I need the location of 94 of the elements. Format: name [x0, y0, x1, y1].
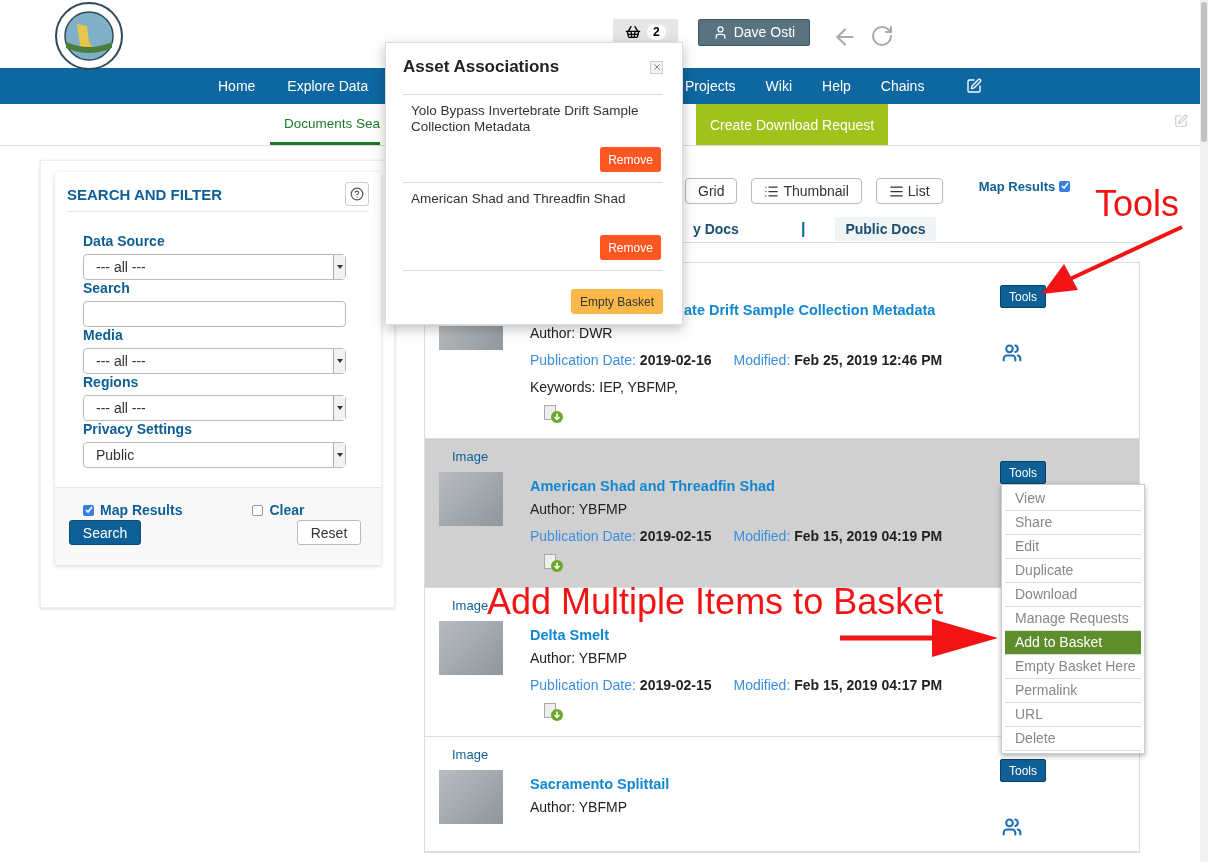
type-label: Image — [452, 449, 489, 465]
basket-count: 2 — [647, 24, 666, 40]
help-button[interactable] — [345, 182, 369, 206]
close-button[interactable] — [650, 60, 663, 74]
search-button[interactable]: Search — [69, 520, 141, 545]
nav-link[interactable]: Projects — [685, 78, 736, 94]
type-label: Image — [452, 747, 489, 763]
option-label: Map Results — [100, 502, 183, 518]
result-title[interactable]: Delta Smelt — [530, 625, 609, 645]
sub-tab[interactable]: Documents Sea — [270, 104, 381, 145]
file-download-icon[interactable] — [544, 554, 564, 573]
seal-logo[interactable] — [55, 2, 123, 70]
user-icon — [712, 24, 728, 40]
checkbox[interactable] — [1059, 180, 1071, 192]
help-icon — [350, 187, 364, 201]
search-input[interactable] — [83, 301, 346, 327]
result-title[interactable]: Sacramento Splittail — [530, 774, 670, 794]
asset-name: American Shad and Threadfin Shad — [411, 191, 627, 208]
asset-name: Yolo Bypass Invertebrate Drift Sample Collection Metadata — [411, 103, 640, 135]
checkbox[interactable] — [252, 504, 264, 516]
dropdown-caret-icon — [333, 443, 345, 467]
select-field[interactable]: --- all --- — [83, 348, 346, 374]
nav-link[interactable]: Help — [822, 78, 851, 94]
redo-icon[interactable] — [870, 24, 895, 48]
nav-link[interactable]: Home — [218, 78, 256, 94]
annotation-text: Add Multiple Items to Basket — [487, 583, 944, 621]
select-field[interactable]: Public — [83, 442, 346, 468]
menu-item[interactable]: Permalink — [1005, 679, 1141, 703]
empty-basket-button[interactable]: Empty Basket — [570, 289, 663, 314]
menu-item[interactable]: Add to Basket — [1005, 631, 1141, 655]
field-label: Modified: — [733, 676, 791, 695]
author-text: Author: YBFMP — [530, 649, 627, 668]
menu-item[interactable]: Share — [1005, 511, 1141, 535]
field-label: Data Source — [83, 233, 166, 250]
field-label: Regions — [83, 374, 140, 391]
dropdown-caret-icon — [333, 396, 345, 420]
nav-link[interactable]: Wiki — [765, 78, 792, 94]
nav-link[interactable]: Explore Data — [287, 78, 369, 94]
nav-link[interactable]: Chains — [880, 78, 925, 94]
reset-button[interactable]: Reset — [297, 520, 361, 545]
select-field[interactable]: --- all --- — [83, 395, 346, 421]
file-download-icon[interactable] — [544, 703, 564, 722]
field-label: Publication Date: — [530, 527, 636, 546]
author-text: Author: YBFMP — [530, 798, 627, 817]
basket-icon — [625, 24, 641, 40]
popup-title: Asset Associations — [403, 57, 560, 77]
author-text: Author: DWR — [530, 324, 613, 343]
field-label: Privacy Settings — [83, 421, 193, 438]
field-label: Publication Date: — [530, 351, 636, 370]
close-icon — [651, 62, 662, 72]
separator-text: | — [800, 219, 806, 238]
field-value: Feb 15, 2019 04:19 PM — [794, 527, 943, 546]
tools-button[interactable]: Tools — [1000, 759, 1046, 782]
view-button[interactable]: Thumbnail — [751, 178, 862, 204]
remove-button[interactable]: Remove — [600, 235, 661, 260]
field-value: 2019-02-15 — [639, 527, 712, 546]
field-value: 2019-02-16 — [639, 351, 712, 370]
menu-item[interactable]: View — [1005, 487, 1141, 511]
select-field[interactable]: --- all --- — [83, 254, 346, 280]
menu-item[interactable]: Edit — [1005, 535, 1141, 559]
field-value: Feb 25, 2019 12:46 PM — [794, 351, 943, 370]
menu-item[interactable]: Empty Basket Here — [1005, 655, 1141, 679]
lines-icon — [888, 183, 904, 199]
option-label: Clear — [269, 502, 305, 518]
tools-button[interactable]: Tools — [1000, 285, 1046, 308]
dropdown-caret-icon — [333, 349, 345, 373]
field-label: Search — [83, 280, 131, 297]
doc-filter-link[interactable]: y Docs — [683, 216, 749, 241]
view-button[interactable]: Grid — [685, 178, 738, 204]
file-download-icon[interactable] — [544, 405, 564, 424]
field-label: Modified: — [733, 351, 791, 370]
menu-item[interactable]: Delete — [1005, 727, 1141, 751]
menu-item[interactable]: URL — [1005, 703, 1141, 727]
field-label: Modified: — [733, 527, 791, 546]
tools-button[interactable]: Tools — [1000, 461, 1046, 484]
keywords-text: Keywords: IEP, YBFMP, — [530, 378, 678, 397]
list-bullets-icon — [764, 183, 780, 199]
author-text: Author: YBFMP — [530, 500, 627, 519]
map-results-label: Map Results — [978, 178, 1056, 194]
view-button[interactable]: List — [875, 178, 943, 204]
remove-button[interactable]: Remove — [600, 147, 661, 172]
field-value: Feb 15, 2019 04:17 PM — [794, 676, 943, 695]
doc-filter-link[interactable]: Public Docs — [835, 216, 936, 241]
type-label: Image — [452, 598, 489, 613]
field-label: Publication Date: — [530, 676, 636, 695]
checkbox[interactable] — [83, 504, 94, 516]
dropdown-caret-icon — [333, 255, 345, 279]
annotation-text: Tools — [1095, 185, 1180, 223]
panel-title: SEARCH AND FILTER — [67, 185, 222, 203]
menu-item[interactable]: Duplicate — [1005, 559, 1141, 583]
field-value: 2019-02-15 — [639, 676, 712, 695]
field-label: Media — [83, 327, 124, 344]
menu-item[interactable]: Download — [1005, 583, 1141, 607]
user-button[interactable]: Dave Osti — [697, 18, 811, 46]
